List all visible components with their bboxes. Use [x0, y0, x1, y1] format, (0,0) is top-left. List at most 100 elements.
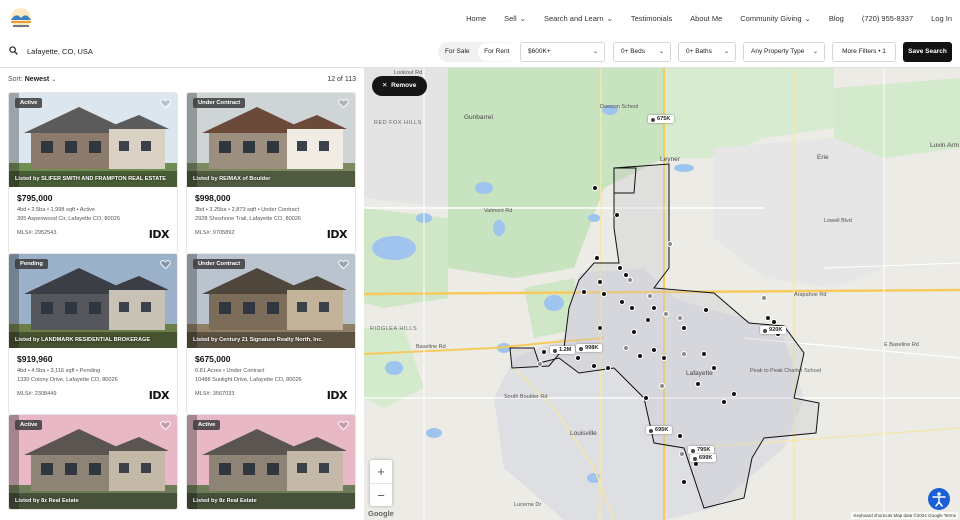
listing-card[interactable]: Pending Listed by LANDMARK RESIDENTIAL BR…	[8, 253, 178, 415]
brand-logo-icon[interactable]	[8, 6, 34, 32]
map-marker-icon[interactable]	[721, 399, 727, 405]
map-canvas[interactable]	[364, 68, 960, 520]
nav-item[interactable]: Log In	[931, 14, 952, 23]
map-marker-icon[interactable]	[647, 293, 653, 299]
location-search-input[interactable]: Lafayette, CO, USA	[27, 47, 93, 56]
map-marker-icon[interactable]	[597, 325, 603, 331]
listing-card[interactable]: Under Contract Listed by RE/MAX of Boulde…	[186, 92, 356, 254]
nav-item[interactable]: Blog	[829, 14, 844, 23]
map-marker-icon[interactable]	[591, 363, 597, 369]
map-marker-icon[interactable]	[643, 395, 649, 401]
for-rent-option[interactable]: For Rent	[477, 43, 516, 61]
map-marker-icon[interactable]	[541, 349, 547, 355]
listing-photo[interactable]: Under Contract Listed by Century 21 Signa…	[187, 254, 355, 348]
zoom-in-button[interactable]: +	[370, 460, 392, 483]
listing-photo[interactable]: Pending Listed by LANDMARK RESIDENTIAL BR…	[9, 254, 177, 348]
heart-icon[interactable]	[160, 259, 171, 270]
listing-card[interactable]: Active Listed by 8z Real Estate	[8, 414, 178, 510]
zoom-out-button[interactable]: −	[370, 483, 392, 506]
map-marker-icon[interactable]	[681, 325, 687, 331]
map-marker-icon[interactable]	[661, 355, 667, 361]
remove-boundary-button[interactable]: ✕ Remove	[372, 76, 427, 96]
map-marker-icon[interactable]	[771, 319, 777, 325]
map-marker-icon[interactable]	[597, 279, 603, 285]
map-marker-icon[interactable]	[619, 299, 625, 305]
map-marker-icon[interactable]	[681, 479, 687, 485]
sort-control[interactable]: Sort: Newest ⌄	[8, 76, 56, 83]
map-marker-icon[interactable]	[695, 381, 701, 387]
listing-info[interactable]: $675,000 0.81 Acres • Under Contract 10488…	[187, 348, 355, 414]
map-marker-icon[interactable]	[677, 433, 683, 439]
map-marker-icon[interactable]	[663, 311, 669, 317]
map-marker-icon[interactable]	[623, 345, 629, 351]
listing-photo[interactable]: Active Listed by 8z Real Estate	[9, 415, 177, 509]
listing-card[interactable]: Active Listed by SLIFER SMITH AND FRAMPTO…	[8, 92, 178, 254]
nav-item[interactable]: Testimonials	[631, 14, 672, 23]
map-marker-icon[interactable]	[629, 305, 635, 311]
map-marker-icon[interactable]	[765, 315, 771, 321]
for-sale-option[interactable]: For Sale	[438, 43, 477, 61]
map-marker-icon[interactable]	[681, 351, 687, 357]
map-marker-icon[interactable]	[651, 305, 657, 311]
listing-info[interactable]: $998,000 3bd • 3.25ba • 2,873 sqft • Unde…	[187, 187, 355, 253]
map-price-marker[interactable]: 998K	[576, 344, 603, 352]
map-marker-icon[interactable]	[601, 291, 607, 297]
map-attribution[interactable]: Keyboard shortcuts Map data ©2024 Google…	[851, 512, 958, 519]
beds-filter[interactable]: 0+ Beds ⌄	[613, 42, 671, 62]
heart-icon[interactable]	[338, 259, 349, 270]
heart-icon[interactable]	[160, 98, 171, 109]
map-marker-icon[interactable]	[703, 307, 709, 313]
more-filters-button[interactable]: More Filters • 1	[832, 42, 896, 62]
map-marker-icon[interactable]	[637, 353, 643, 359]
heart-icon[interactable]	[338, 420, 349, 431]
map-price-marker[interactable]: 675K	[648, 115, 675, 123]
map-marker-icon[interactable]	[581, 289, 587, 295]
map-marker-icon[interactable]	[701, 351, 707, 357]
map-marker-icon[interactable]	[631, 329, 637, 335]
nav-item[interactable]: About Me	[690, 14, 722, 23]
map-marker-icon[interactable]	[614, 212, 620, 218]
nav-item[interactable]: Home	[466, 14, 486, 23]
listing-photo[interactable]: Under Contract Listed by RE/MAX of Boulde…	[187, 93, 355, 187]
nav-item[interactable]: Search and Learn ⌄	[544, 14, 613, 23]
map-marker-icon[interactable]	[659, 383, 665, 389]
price-filter[interactable]: $600K+ ⌄	[520, 42, 605, 62]
map-marker-icon[interactable]	[679, 451, 685, 457]
save-search-button[interactable]: Save Search	[903, 42, 952, 62]
map-view[interactable]: ✕ Remove Gunbarrel RED FOX HILLS RIDGLEA H…	[364, 68, 960, 520]
listing-photo[interactable]: Active Listed by 8z Real Estate	[187, 415, 355, 509]
map-marker-icon[interactable]	[651, 347, 657, 353]
map-marker-icon[interactable]	[645, 317, 651, 323]
map-price-marker[interactable]: 1.2M	[550, 346, 576, 354]
listing-card[interactable]: Under Contract Listed by Century 21 Signa…	[186, 253, 356, 415]
accessibility-icon[interactable]	[928, 488, 950, 510]
map-marker-icon[interactable]	[711, 365, 717, 371]
map-marker-icon[interactable]	[594, 255, 600, 261]
map-price-marker[interactable]: 920K	[760, 326, 787, 334]
listing-card[interactable]: Active Listed by 8z Real Estate	[186, 414, 356, 510]
map-marker-icon[interactable]	[667, 241, 673, 247]
listing-info[interactable]: $919,960 4bd • 4.5ba • 3,116 sqft • Pendi…	[9, 348, 177, 414]
nav-item[interactable]: Sell ⌄	[504, 14, 526, 23]
listing-photo[interactable]: Active Listed by SLIFER SMITH AND FRAMPTO…	[9, 93, 177, 187]
map-marker-icon[interactable]	[731, 391, 737, 397]
heart-icon[interactable]	[160, 420, 171, 431]
property-type-filter[interactable]: Any Property Type ⌄	[743, 42, 825, 62]
map-marker-icon[interactable]	[592, 185, 598, 191]
nav-item[interactable]: Community Giving ⌄	[740, 14, 811, 23]
map-marker-icon[interactable]	[627, 277, 633, 283]
baths-filter[interactable]: 0+ Baths ⌄	[678, 42, 736, 62]
listing-results-pane[interactable]: Sort: Newest ⌄ 12 of 113 Active Listed by…	[0, 68, 364, 520]
map-marker-icon[interactable]	[617, 265, 623, 271]
map-marker-icon[interactable]	[575, 355, 581, 361]
nav-item[interactable]: (720) 955-8337	[862, 14, 913, 23]
map-price-marker[interactable]: 795K	[688, 446, 715, 454]
map-price-marker[interactable]: 695K	[646, 426, 673, 434]
listing-info[interactable]: $795,000 4bd • 2.5ba • 1,998 sqft • Activ…	[9, 187, 177, 253]
map-marker-icon[interactable]	[537, 361, 543, 367]
heart-icon[interactable]	[338, 98, 349, 109]
map-marker-icon[interactable]	[761, 295, 767, 301]
map-marker-icon[interactable]	[677, 315, 683, 321]
map-marker-icon[interactable]	[605, 365, 611, 371]
map-price-marker[interactable]: 699K	[690, 454, 717, 462]
